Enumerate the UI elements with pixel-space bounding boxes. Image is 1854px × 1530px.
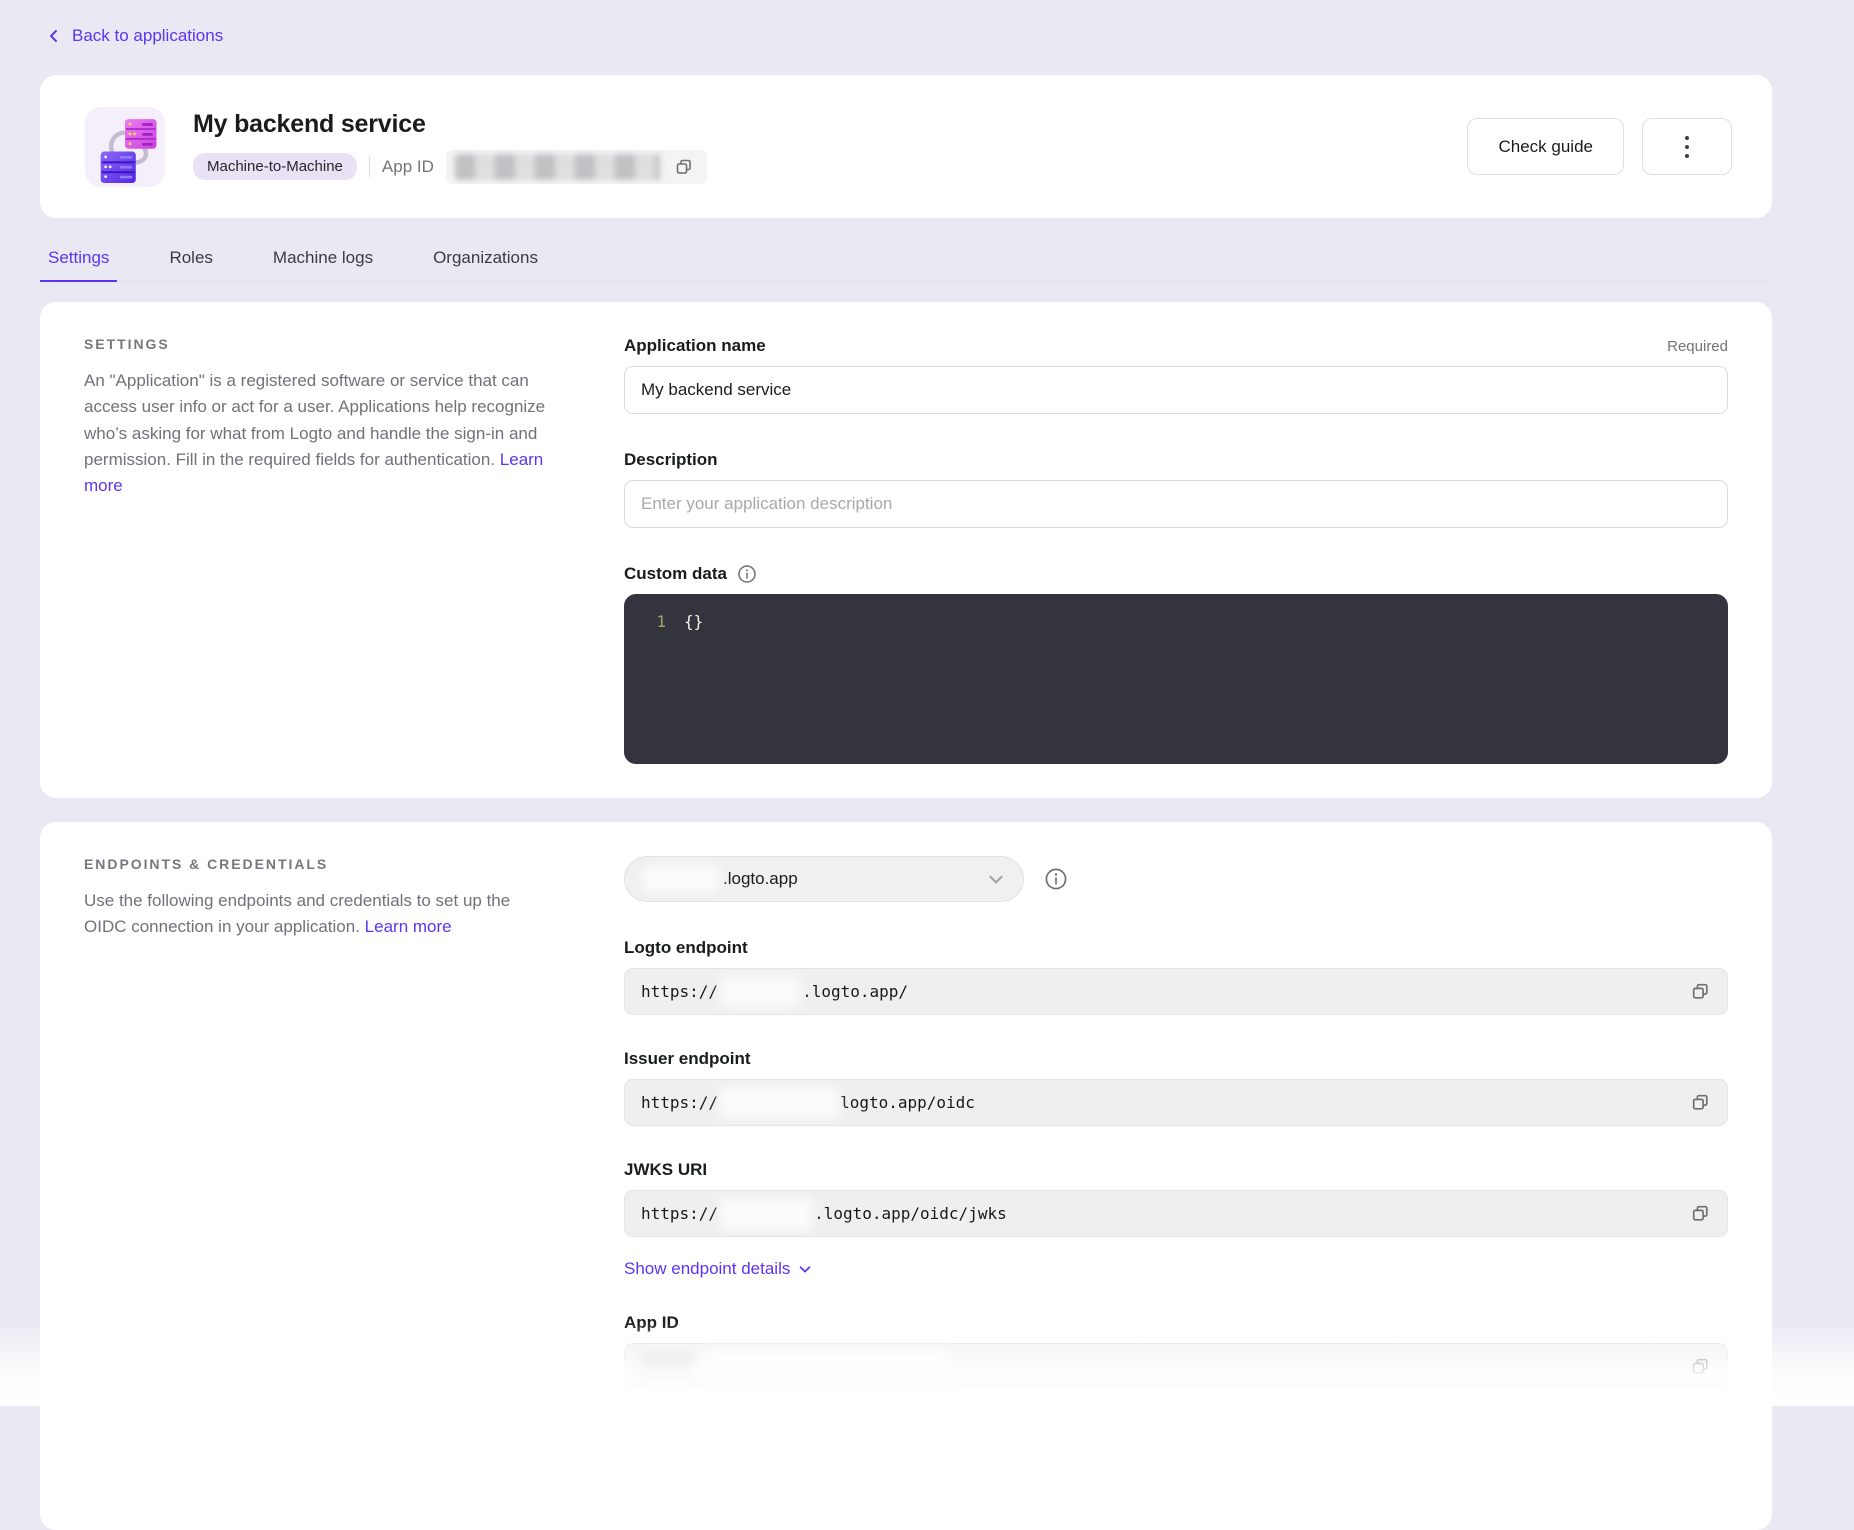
copy-app-id-button[interactable] [670,153,698,181]
chevron-left-icon [46,28,62,44]
kebab-menu-icon [1685,136,1689,158]
app-id-redacted-white [703,1350,953,1384]
editor-code-content: {} [684,612,703,746]
custom-data-label: Custom data [624,564,727,584]
app-id-group: App ID [624,1313,1728,1390]
issuer-endpoint-label: Issuer endpoint [624,1049,1728,1069]
logto-endpoint-label: Logto endpoint [624,938,1728,958]
app-id-field [624,1343,1728,1390]
copy-issuer-endpoint-button[interactable] [1686,1088,1715,1117]
endpoint-url-prefix: https:// [641,1093,718,1112]
jwks-uri-field: https:// .logto.app/oidc/jwks [624,1190,1728,1237]
application-name-group: Application name Required [624,336,1728,414]
domain-select-row: .logto.app [624,856,1728,902]
chevron-down-icon [798,1262,812,1276]
logto-endpoint-field: https:// .logto.app/ [624,968,1728,1015]
machine-to-machine-app-icon [85,107,165,187]
jwks-uri-group: JWKS URI https:// .logto.app/oidc/jwks [624,1160,1728,1237]
copy-logto-endpoint-button[interactable] [1686,977,1715,1006]
endpoint-url-suffix: .logto.app/oidc/jwks [814,1204,1007,1223]
check-guide-button[interactable]: Check guide [1467,118,1624,175]
application-name-label: Application name [624,336,766,356]
endpoint-url-suffix: logto.app/oidc [840,1093,975,1112]
domain-suffix-text: .logto.app [723,869,798,889]
settings-card: SETTINGS An "Application" is a registere… [40,302,1772,798]
info-icon [737,564,757,584]
tenant-id-redacted [643,866,719,892]
endpoints-credentials-card: ENDPOINTS & CREDENTIALS Use the followin… [40,822,1772,1530]
copy-icon [1690,1092,1711,1113]
copy-icon [674,157,694,177]
app-header-info: My backend service Machine-to-Machine Ap… [193,110,707,184]
app-header-card: My backend service Machine-to-Machine Ap… [40,75,1772,218]
copy-icon [1690,1356,1711,1377]
custom-data-code-editor[interactable]: 1 {} [624,594,1728,764]
tab-machine-logs[interactable]: Machine logs [265,242,381,281]
app-id-value-chip [446,150,707,184]
copy-jwks-uri-button[interactable] [1686,1199,1715,1228]
settings-section-intro: SETTINGS An "Application" is a registere… [84,336,552,764]
endpoints-section-description: Use the following endpoints and credenti… [84,888,552,941]
issuer-endpoint-field: https:// logto.app/oidc [624,1079,1728,1126]
show-endpoint-details-link[interactable]: Show endpoint details [624,1259,812,1279]
endpoints-learn-more-link[interactable]: Learn more [365,917,452,936]
app-id-label: App ID [382,157,434,177]
description-group: Description [624,450,1728,528]
app-type-badge: Machine-to-Machine [193,153,357,180]
app-id-redacted-gray [641,1352,693,1382]
back-link-label: Back to applications [72,26,223,46]
required-badge: Required [1667,338,1728,355]
settings-section-description: An "Application" is a registered softwar… [84,368,552,500]
app-meta-row: Machine-to-Machine App ID [193,150,707,184]
endpoints-form: .logto.app Logto endpo [624,856,1728,1390]
endpoint-redacted [720,1087,838,1119]
copy-app-id-field-button[interactable] [1686,1352,1715,1381]
back-to-applications-link[interactable]: Back to applications [46,26,223,46]
description-label: Description [624,450,718,470]
app-detail-tabs: Settings Roles Machine logs Organization… [40,242,1772,282]
jwks-uri-label: JWKS URI [624,1160,1728,1180]
logto-endpoint-group: Logto endpoint https:// .logto.app/ [624,938,1728,1015]
endpoint-redacted [720,1198,812,1230]
tab-organizations[interactable]: Organizations [425,242,546,281]
info-icon [1044,867,1068,891]
copy-icon [1690,981,1711,1002]
settings-section-heading: SETTINGS [84,336,552,352]
settings-form: Application name Required Description Cu… [624,336,1728,764]
application-detail-page: Back to applications [0,0,1854,1530]
tab-roles[interactable]: Roles [161,242,220,281]
meta-divider [369,157,370,177]
issuer-endpoint-group: Issuer endpoint https:// logto.app/oidc [624,1049,1728,1126]
endpoints-section-intro: ENDPOINTS & CREDENTIALS Use the followin… [84,856,552,1390]
app-title: My backend service [193,110,707,139]
chevron-down-icon [987,870,1005,888]
custom-data-group: Custom data 1 {} [624,564,1728,764]
endpoint-url-suffix: .logto.app/ [802,982,908,1001]
domain-info-button[interactable] [1044,867,1068,891]
editor-line-number: 1 [624,612,666,746]
more-options-button[interactable] [1642,118,1732,175]
header-actions: Check guide [1467,118,1732,175]
app-id-field-label: App ID [624,1313,1728,1333]
endpoint-url-prefix: https:// [641,982,718,1001]
endpoint-url-prefix: https:// [641,1204,718,1223]
copy-icon [1690,1203,1711,1224]
tab-settings[interactable]: Settings [40,242,117,282]
custom-data-info-button[interactable] [737,564,757,584]
endpoint-redacted [720,976,800,1008]
endpoints-section-heading: ENDPOINTS & CREDENTIALS [84,856,552,872]
app-id-redacted-value [455,154,660,180]
description-input[interactable] [624,480,1728,528]
domain-select[interactable]: .logto.app [624,856,1024,902]
application-name-input[interactable] [624,366,1728,414]
